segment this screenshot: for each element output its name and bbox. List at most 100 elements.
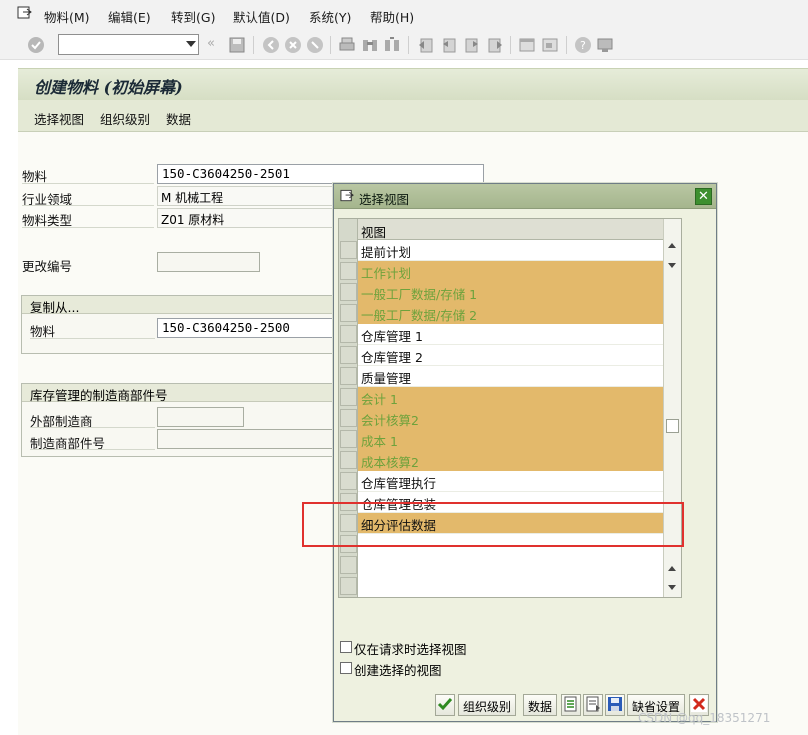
save-icon[interactable] <box>228 36 246 54</box>
org-levels-button[interactable]: 组织级别 <box>458 694 517 716</box>
command-field[interactable] <box>58 34 199 55</box>
row-selector[interactable] <box>340 346 357 364</box>
deselect-all-icon[interactable] <box>583 694 603 716</box>
customize-layout-icon[interactable] <box>596 36 614 54</box>
select-all-icon[interactable] <box>561 694 581 716</box>
command-input[interactable] <box>59 35 177 54</box>
view-row[interactable]: 一般工厂数据/存储 1 <box>358 282 663 303</box>
chevron-down-icon[interactable] <box>186 41 196 47</box>
industry-field[interactable]: M 机械工程 <box>157 186 337 206</box>
page-title: 创建物料 (初始屏幕) <box>34 78 183 97</box>
row-selector[interactable] <box>340 472 357 490</box>
menu-material[interactable]: 物料(M) <box>44 7 90 26</box>
row-underline <box>22 205 154 206</box>
column-header-label: 视图 <box>361 225 387 240</box>
last-page-icon[interactable] <box>486 36 504 54</box>
copy-material-field[interactable]: 150-C3604250-2500 <box>157 318 351 338</box>
menu-goto[interactable]: 转到(G) <box>171 7 215 26</box>
enter-check-icon[interactable] <box>27 36 45 54</box>
close-icon[interactable]: ✕ <box>695 188 712 205</box>
back-icon[interactable] <box>262 36 280 54</box>
menu-edit[interactable]: 编辑(E) <box>108 7 151 26</box>
shortcut-icon[interactable] <box>541 36 559 54</box>
select-views-button[interactable]: 选择视图 <box>34 109 84 128</box>
view-row[interactable]: 会计核算2 <box>358 408 663 429</box>
ext-manufacturer-field[interactable] <box>157 407 244 427</box>
mpn-group: 库存管理的制造商部件号 外部制造商 制造商部件号 <box>21 383 351 457</box>
scroll-up-icon[interactable] <box>668 566 676 571</box>
toolbar-separator <box>330 36 331 54</box>
view-row[interactable]: 质量管理 <box>358 366 663 387</box>
select-views-dialog: 选择视图 ✕ 视图 提前计划 工作计划 一般工厂数据/存储 1 一般工厂数据/存储 2… <box>333 183 717 722</box>
screen-title-bar: 创建物料 (初始屏幕) <box>18 68 808 100</box>
row-selector[interactable] <box>340 430 357 448</box>
row-selector[interactable] <box>340 262 357 280</box>
double-left-icon: « <box>207 36 215 51</box>
row-selector[interactable] <box>340 304 357 322</box>
view-row[interactable]: 工作计划 <box>358 261 663 282</box>
mpn-field[interactable] <box>157 429 351 449</box>
view-row[interactable]: 提前计划 <box>358 240 663 261</box>
row-underline <box>22 227 154 228</box>
view-row[interactable]: 仓库管理 2 <box>358 345 663 366</box>
row-selector[interactable] <box>340 241 357 259</box>
row-selector[interactable] <box>340 556 357 574</box>
find-icon[interactable] <box>361 36 379 54</box>
material-field[interactable]: 150-C3604250-2501 <box>157 164 484 184</box>
dialog-window-icon <box>340 189 354 202</box>
cancel-icon[interactable] <box>306 36 324 54</box>
change-number-label: 更改编号 <box>22 259 73 274</box>
menu-system[interactable]: 系统(Y) <box>309 7 351 26</box>
row-selector[interactable] <box>340 325 357 343</box>
menu-help[interactable]: 帮助(H) <box>370 7 414 26</box>
view-row[interactable]: 仓库管理 1 <box>358 324 663 345</box>
svg-text:?: ? <box>580 39 586 52</box>
confirm-check-icon[interactable] <box>435 694 455 716</box>
change-number-field[interactable] <box>157 252 260 272</box>
toolbar-separator <box>510 36 511 54</box>
row-selector[interactable] <box>340 367 357 385</box>
row-underline <box>30 338 155 339</box>
menu-window-icon[interactable] <box>17 6 33 20</box>
highlight-annotation-box <box>302 502 684 547</box>
row-selector[interactable] <box>340 451 357 469</box>
material-type-field[interactable]: Z01 原材料 <box>157 208 337 228</box>
view-row[interactable]: 成本 1 <box>358 429 663 450</box>
help-icon[interactable]: ? <box>574 36 592 54</box>
create-selected-checkbox[interactable] <box>340 662 352 674</box>
data-button[interactable]: 数据 <box>523 694 558 716</box>
views-column-header[interactable]: 视图 <box>358 219 663 240</box>
view-row[interactable]: 会计 1 <box>358 387 663 408</box>
new-session-icon[interactable] <box>518 36 536 54</box>
only-on-request-checkbox[interactable] <box>340 641 352 653</box>
scroll-up-icon[interactable] <box>668 243 676 248</box>
row-selector[interactable] <box>340 577 357 595</box>
data-button[interactable]: 数据 <box>166 109 191 128</box>
org-levels-button[interactable]: 组织级别 <box>100 109 150 128</box>
prev-page-icon[interactable] <box>440 36 458 54</box>
row-selector[interactable] <box>340 409 357 427</box>
only-on-request-label: 仅在请求时选择视图 <box>354 642 467 657</box>
view-row[interactable]: 成本核算2 <box>358 450 663 471</box>
next-page-icon[interactable] <box>463 36 481 54</box>
exit-icon[interactable] <box>284 36 302 54</box>
print-icon[interactable] <box>338 36 356 54</box>
copy-from-group: 复制从... 物料 150-C3604250-2500 <box>21 295 351 354</box>
view-row[interactable]: 仓库管理执行 <box>358 471 663 492</box>
toolbar-separator <box>253 36 254 54</box>
row-selector[interactable] <box>340 388 357 406</box>
toolbar-separator <box>408 36 409 54</box>
row-selector[interactable] <box>340 283 357 301</box>
menu-defaults[interactable]: 默认值(D) <box>233 7 290 26</box>
save-icon[interactable] <box>605 694 625 716</box>
view-row[interactable]: 一般工厂数据/存储 2 <box>358 303 663 324</box>
first-page-icon[interactable] <box>417 36 435 54</box>
create-selected-label: 创建选择的视图 <box>354 663 442 678</box>
row-underline <box>30 449 155 450</box>
scroll-thumb[interactable] <box>666 419 679 433</box>
scroll-down-icon[interactable] <box>668 585 676 590</box>
menu-bar: 物料(M) 编辑(E) 转到(G) 默认值(D) 系统(Y) 帮助(H) <box>0 0 808 30</box>
toolbar-separator <box>566 36 567 54</box>
find-next-icon[interactable] <box>383 36 401 54</box>
scroll-down-icon[interactable] <box>668 263 676 268</box>
